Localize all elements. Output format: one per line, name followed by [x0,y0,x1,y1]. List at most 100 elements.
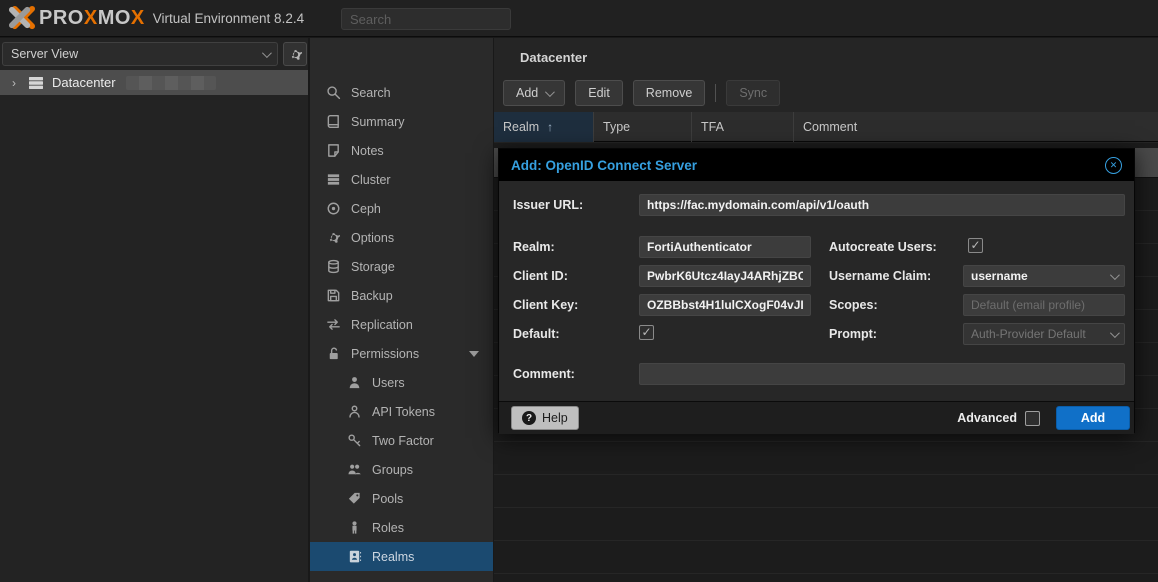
issuer-url-field[interactable] [639,194,1125,216]
global-search-input[interactable] [341,8,511,30]
sidebar-item-permissions[interactable]: Permissions [310,339,493,368]
realm-label: Realm: [513,240,555,254]
chevron-down-icon [1110,328,1120,338]
add-openid-dialog: Add: OpenID Connect Server ✕ Issuer URL:… [498,148,1135,433]
ha-icon [325,578,342,582]
sidebar-item-roles[interactable]: Roles [310,513,493,542]
sidebar-item-replication[interactable]: Replication [310,310,493,339]
sidebar-item-backup[interactable]: Backup [310,281,493,310]
sidebar-item-label: Roles [372,521,404,535]
floppy-icon [325,288,342,303]
sidebar-item-label: Groups [372,463,413,477]
table-row[interactable] [494,475,1158,508]
sidebar-item-ceph[interactable]: Ceph [310,194,493,223]
client-key-field[interactable] [639,294,811,316]
chevron-down-icon [545,87,555,97]
tree-node-datacenter[interactable]: › Datacenter [0,70,308,95]
chevron-right-icon[interactable]: › [12,76,22,90]
cluster-icon [325,172,342,187]
remove-button[interactable]: Remove [633,80,706,106]
search-icon [325,85,342,100]
book-icon [325,114,342,129]
sidebar-item-groups[interactable]: Groups [310,455,493,484]
dialog-add-button[interactable]: Add [1056,406,1130,430]
sidebar-item-cluster[interactable]: Cluster [310,165,493,194]
sidebar-item-partial[interactable] [310,571,493,582]
close-icon[interactable]: ✕ [1105,157,1122,174]
sidebar-item-options[interactable]: Options [310,223,493,252]
sidebar-item-label: Realms [372,550,414,564]
sidebar-item-label: Cluster [351,173,391,187]
tag-icon [346,491,363,506]
default-checkbox[interactable] [639,325,654,340]
page-title: Datacenter [520,50,587,65]
sidebar-item-pools[interactable]: Pools [310,484,493,513]
column-header-label: TFA [701,120,724,134]
toolbar: Add Edit Remove Sync [503,80,780,106]
toolbar-separator [715,84,716,102]
datacenter-icon [28,75,44,91]
brand-text: PROXMOX [39,7,145,30]
storage-icon [325,259,342,274]
scopes-label: Scopes: [829,298,878,312]
autocreate-users-label: Autocreate Users: [829,240,937,254]
view-selector-label: Server View [11,47,78,61]
sidebar-item-storage[interactable]: Storage [310,252,493,281]
autocreate-users-checkbox[interactable] [968,238,983,253]
sidebar-item-label: Ceph [351,202,381,216]
column-header-tfa[interactable]: TFA [692,112,794,142]
prompt-select[interactable]: Auth-Provider Default [963,323,1125,345]
nav-items: Search Summary Notes Cluster Ceph Options Stor… [310,78,493,582]
key-icon [346,433,363,448]
sidebar-item-label: Notes [351,144,384,158]
table-row[interactable] [494,541,1158,574]
dialog-header[interactable]: Add: OpenID Connect Server ✕ [499,149,1134,181]
sidebar-item-users[interactable]: Users [310,368,493,397]
proxmox-screen: PROXMOX Virtual Environment 8.2.4 Server… [0,0,1158,582]
sidebar-item-api-tokens[interactable]: API Tokens [310,397,493,426]
sidebar-item-notes[interactable]: Notes [310,136,493,165]
username-claim-label: Username Claim: [829,269,931,283]
username-claim-select[interactable]: username [963,265,1125,287]
table-row[interactable] [494,442,1158,475]
redacted-node-name [126,76,216,90]
sidebar-item-label: Options [351,231,394,245]
ceph-icon [325,201,342,216]
sync-button[interactable]: Sync [726,80,780,106]
datacenter-nav-panel: Search Summary Notes Cluster Ceph Options Stor… [310,38,493,582]
sidebar-item-two-factor[interactable]: Two Factor [310,426,493,455]
column-header-label: Type [603,120,630,134]
chevron-down-icon [1110,270,1120,280]
tree-settings-button[interactable] [283,42,307,66]
sidebar-item-label: Summary [351,115,404,129]
client-key-label: Client Key: [513,298,578,312]
edit-button[interactable]: Edit [575,80,623,106]
dialog-title: Add: OpenID Connect Server [511,158,697,173]
sidebar-item-label: Backup [351,289,393,303]
client-id-field[interactable] [639,265,811,287]
sidebar-item-summary[interactable]: Summary [310,107,493,136]
comment-field[interactable] [639,363,1125,385]
advanced-label: Advanced [957,411,1017,425]
sidebar-item-label: API Tokens [372,405,435,419]
advanced-checkbox[interactable] [1025,411,1040,426]
column-header-type[interactable]: Type [594,112,692,142]
question-icon: ? [522,411,536,425]
add-button[interactable]: Add [503,80,565,106]
realm-field[interactable] [639,236,811,258]
sidebar-item-search[interactable]: Search [310,78,493,107]
comment-label: Comment: [513,367,575,381]
realms-table-header: Realm↑ Type TFA Comment [494,112,1158,142]
column-header-label: Realm [503,120,539,134]
scopes-field[interactable] [963,294,1125,316]
table-row[interactable] [494,508,1158,541]
column-header-comment[interactable]: Comment [794,112,1158,142]
gear-icon [288,47,303,62]
sidebar-item-realms[interactable]: Realms [310,542,493,571]
tree-node-label: Datacenter [52,75,116,90]
person-icon [346,520,363,535]
top-bar: PROXMOX Virtual Environment 8.2.4 [0,0,1158,37]
help-button[interactable]: ? Help [511,406,579,430]
column-header-realm[interactable]: Realm↑ [494,112,594,142]
view-selector[interactable]: Server View [2,42,278,66]
